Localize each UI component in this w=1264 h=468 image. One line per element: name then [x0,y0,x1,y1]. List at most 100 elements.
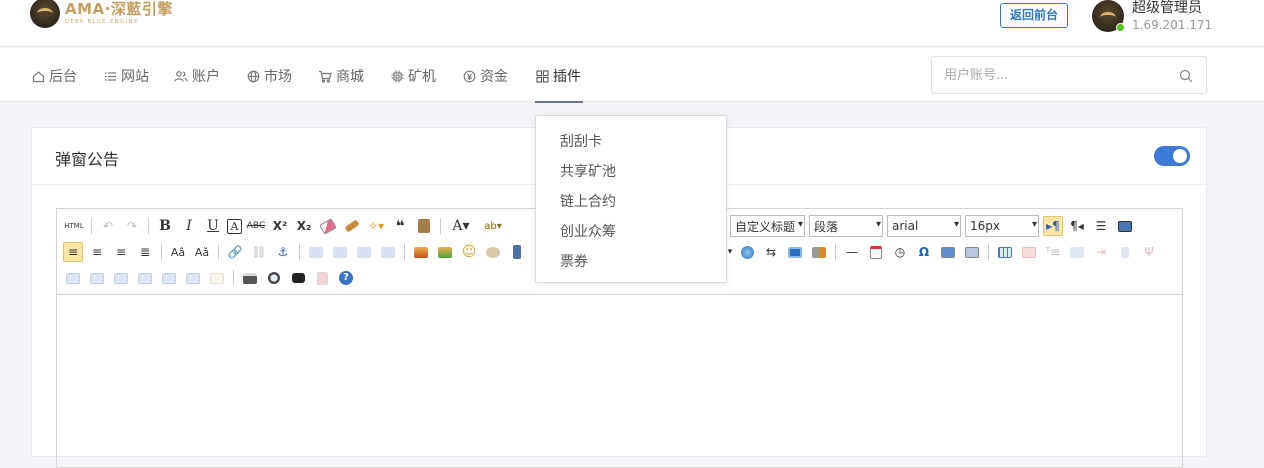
image-right-icon[interactable] [354,242,374,262]
image-center-icon[interactable] [378,242,398,262]
custom-heading-select[interactable]: 自定义标题 [730,215,805,237]
anchor-icon[interactable]: ⚓ [273,242,293,262]
map-icon[interactable] [737,242,757,262]
menu-item-crowdfunding[interactable]: 创业众筹 [560,221,616,241]
merge-right-icon[interactable] [87,268,107,288]
nav-item-account[interactable]: 账户 [174,66,220,86]
background-color-icon[interactable]: ab▾ [479,216,507,236]
main-nav: 后台 网站 账户 市场 商城 矿机 资金 插件 用户账号... [0,48,1264,103]
format-painter-icon[interactable] [342,216,362,236]
font-color-icon[interactable]: A▾ [447,216,475,236]
menu-item-tickets[interactable]: 票券 [560,251,588,271]
menu-item-on-chain-contract[interactable]: 链上合约 [560,191,616,211]
uppercase-icon[interactable]: Aâ [168,242,188,262]
nav-item-mall[interactable]: 商城 [318,66,364,86]
nav-item-funds[interactable]: 资金 [462,66,508,86]
list-icon [103,69,117,83]
eraser-icon[interactable] [318,216,338,236]
announcement-toggle[interactable] [1154,146,1190,166]
user-name[interactable]: 超级管理员 [1132,0,1202,17]
insert-col-icon[interactable] [1115,242,1135,262]
background-icon[interactable] [809,242,829,262]
date-icon[interactable] [866,242,886,262]
bold-icon[interactable]: B [155,216,175,236]
find-replace-icon[interactable] [288,268,308,288]
font-border-icon[interactable]: A [227,218,242,234]
align-left-icon[interactable]: ≡ [63,242,83,262]
active-tab-indicator [535,101,583,103]
nav-item-dashboard[interactable]: 后台 [31,66,77,86]
nav-item-miner[interactable]: 矿机 [390,66,436,86]
image-left-icon[interactable] [330,242,350,262]
globe-icon [246,69,260,83]
special-chars-icon[interactable]: Ω [914,242,934,262]
dropdown-arrow-icon[interactable]: ▾ [727,242,733,262]
split-to-cells-icon[interactable] [135,268,155,288]
lowercase-icon[interactable]: Aǎ [192,242,212,262]
underline-icon[interactable]: U [203,216,223,236]
search-icon[interactable] [1179,68,1193,87]
page-break-icon[interactable]: ⇆ [761,242,781,262]
nav-item-market[interactable]: 市场 [246,66,292,86]
strikethrough-icon[interactable]: ABC [246,216,266,236]
emotion-icon[interactable]: ☺ [459,242,479,262]
simple-upload-icon[interactable] [411,242,431,262]
preview-icon[interactable] [1115,216,1135,236]
drafts-icon[interactable] [312,268,332,288]
link-icon[interactable]: 🔗 [225,242,245,262]
insert-row-icon[interactable] [1067,242,1087,262]
print-icon[interactable] [240,268,260,288]
split-to-rows-icon[interactable] [159,268,179,288]
blockquote-icon[interactable]: ❝ [390,216,410,236]
editor-content-area[interactable] [57,295,1182,465]
back-to-front-button[interactable]: 返回前台 [1000,3,1068,28]
insert-video-icon[interactable] [507,242,527,262]
insert-image-icon[interactable] [435,242,455,262]
nav-label: 插件 [553,69,581,85]
card-title: 弹窗公告 [55,150,120,169]
chart-icon[interactable] [207,268,227,288]
italic-icon[interactable]: I [179,216,199,236]
delete-row-icon[interactable]: ⇥ [1091,242,1111,262]
snapscreen-icon[interactable] [938,242,958,262]
image-none-icon[interactable] [306,242,326,262]
align-right-icon[interactable]: ≡ [111,242,131,262]
paragraph-format-select[interactable]: 段落 [809,215,883,237]
font-family-select[interactable]: arial [887,215,961,237]
merge-down-icon[interactable] [111,268,131,288]
template-icon[interactable] [785,242,805,262]
insert-table-icon[interactable] [995,242,1015,262]
ltr-icon[interactable]: ▸¶ [1043,216,1063,236]
nav-label: 市场 [264,69,292,85]
rtl-icon[interactable]: ¶◂ [1067,216,1087,236]
time-icon[interactable]: ◷ [890,242,910,262]
subscript-icon[interactable]: X₂ [294,216,314,236]
font-size-select[interactable]: 16px [965,215,1039,237]
align-justify-icon[interactable]: ≣ [135,242,155,262]
search-replace-icon[interactable] [264,268,284,288]
nav-item-website[interactable]: 网站 [103,66,149,86]
help-icon[interactable]: ? [336,268,356,288]
merge-cells-icon[interactable] [63,268,83,288]
source-code-button[interactable]: HTML [63,216,85,236]
wordimage-icon[interactable] [962,242,982,262]
delete-table-icon[interactable] [1019,242,1039,262]
nav-item-plugins[interactable]: 插件 [535,66,581,86]
paste-plain-icon[interactable] [414,216,434,236]
superscript-icon[interactable]: X² [270,216,290,236]
auto-typeset-icon[interactable]: ✧▾ [366,216,386,236]
align-center-icon[interactable]: ≡ [87,242,107,262]
insert-paragraph-before-table-icon[interactable]: ᵀ≡ [1043,242,1063,262]
split-to-cols-icon[interactable] [183,268,203,288]
search-input[interactable] [932,57,1162,93]
brand-logo[interactable]: AMA·深藍引擎 DEEP BLUE ENGINE [30,0,173,30]
undo-icon[interactable]: ↶ [98,216,118,236]
unlink-icon[interactable]: ⛓ [249,242,269,262]
menu-item-scratch-card[interactable]: 刮刮卡 [560,131,602,151]
redo-icon[interactable]: ↷ [122,216,142,236]
indent-icon[interactable]: ☰ [1091,216,1111,236]
scrawl-icon[interactable] [483,242,503,262]
menu-item-shared-pool[interactable]: 共享矿池 [560,161,616,181]
horizontal-rule-icon[interactable]: — [842,242,862,262]
delete-col-icon[interactable]: Ψ [1139,242,1159,262]
